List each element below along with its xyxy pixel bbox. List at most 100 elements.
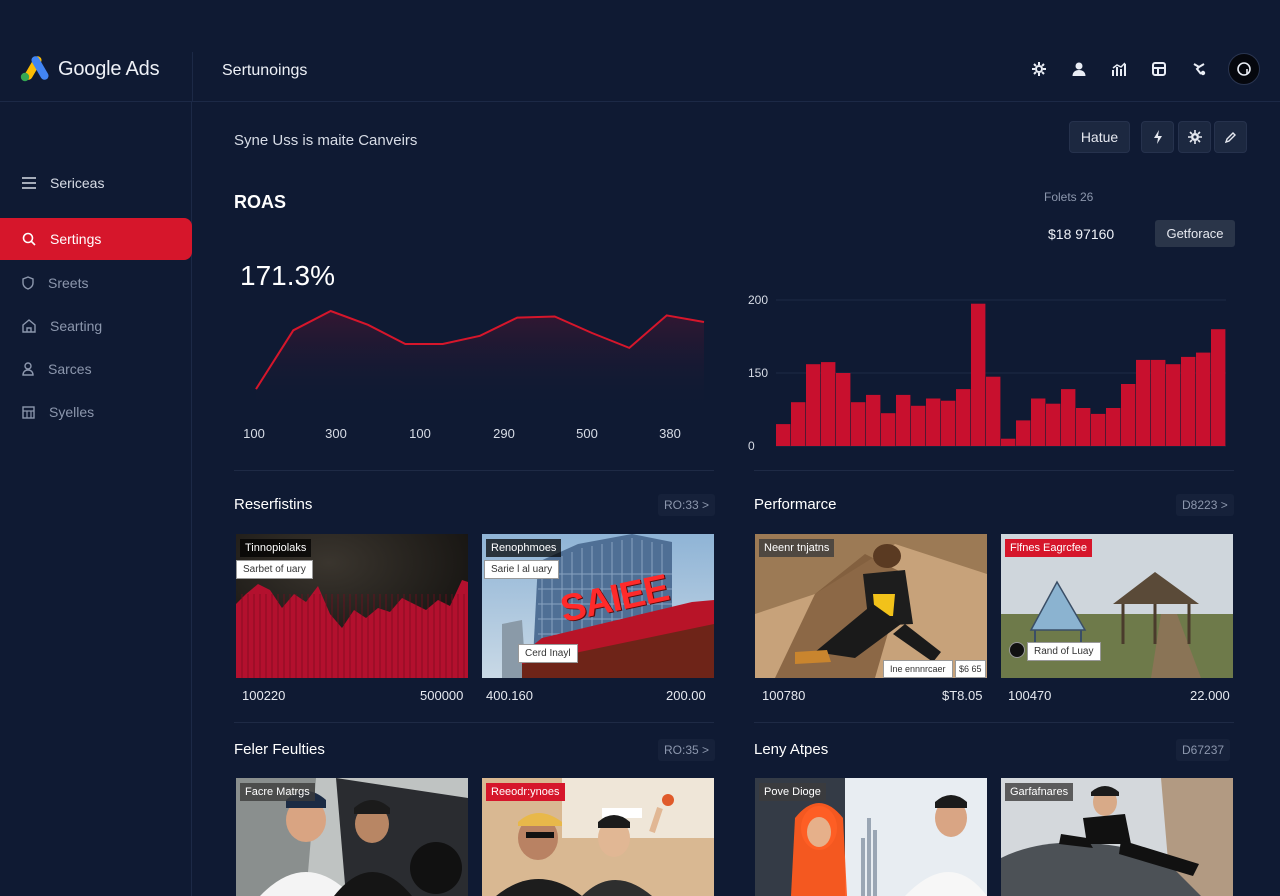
bar xyxy=(971,303,986,446)
card-value-left: 100470 xyxy=(1008,688,1052,703)
bar xyxy=(791,402,806,446)
bar xyxy=(1211,329,1226,446)
roas-title: ROAS xyxy=(234,192,287,212)
card-value-right: 22.000 xyxy=(1190,688,1230,703)
bar xyxy=(1016,420,1031,446)
bar xyxy=(1031,398,1046,446)
bar xyxy=(776,424,791,446)
bar xyxy=(986,376,1001,446)
user-icon xyxy=(22,362,34,376)
help-icon[interactable] xyxy=(1188,58,1210,80)
x-tick-label: 300 xyxy=(325,426,347,441)
sidebar-item-label: Sertings xyxy=(50,231,102,247)
sidebar-item-syelles[interactable]: Syelles xyxy=(0,391,192,433)
card-value-right: 500000 xyxy=(420,688,464,703)
sidebar-item-label: Sericeas xyxy=(50,175,105,191)
bar xyxy=(1121,384,1136,446)
card-building[interactable]: SAIEE Renophmoes Sarie l al uary Cerd In… xyxy=(482,534,714,678)
top-icon-bar xyxy=(1028,53,1260,85)
x-tick-label: 100 xyxy=(243,426,265,441)
bar xyxy=(1196,352,1211,446)
tools-icon[interactable] xyxy=(1148,58,1170,80)
bar xyxy=(1046,403,1061,446)
stats-sublabel: Folets 26 xyxy=(1044,190,1094,204)
section-link[interactable]: RO:33 > xyxy=(658,494,716,516)
x-tick-label: 100 xyxy=(409,426,431,441)
reports-icon[interactable] xyxy=(1108,58,1130,80)
pencil-icon xyxy=(1224,131,1236,143)
card-tag: Pove Dioge xyxy=(759,783,826,801)
gear-button[interactable] xyxy=(1178,121,1211,153)
sidebar-item-sreets[interactable]: Sreets xyxy=(0,262,192,304)
location-pin-icon xyxy=(1009,642,1025,658)
card-value-left: 100780 xyxy=(762,688,806,703)
sidebar-item-searting[interactable]: Searting xyxy=(0,305,192,347)
roas-bar-chart: 200 150 0 xyxy=(748,293,1226,453)
bar xyxy=(1151,359,1166,446)
bar xyxy=(851,402,866,446)
divider xyxy=(234,470,714,471)
section-link[interactable]: RO:35 > xyxy=(658,739,716,761)
sidebar: Sericeas Sertings Sreets Searting Sarces… xyxy=(0,102,192,896)
sidebar-item-sericeas[interactable]: Sericeas xyxy=(0,162,192,204)
card-label: Sarbet of uary xyxy=(236,560,313,579)
settings-icon[interactable] xyxy=(1028,58,1050,80)
google-ads-logo[interactable]: Google Ads xyxy=(20,56,160,82)
card-value-left: 100220 xyxy=(242,688,286,703)
card-tag: Neenr tnjatns xyxy=(759,539,835,557)
sidebar-item-sertings[interactable]: Sertings xyxy=(0,218,192,260)
card-person-sitting[interactable]: Neenr tnjatns Ine ennnrcaer $6 65 xyxy=(755,534,987,678)
card-chart[interactable]: Tinnopiolaks Sarbet of uary xyxy=(236,534,468,678)
x-tick-label: 500 xyxy=(576,426,598,441)
y-tick-label: 150 xyxy=(748,366,768,380)
bar xyxy=(866,394,881,446)
section-title: Performarce xyxy=(754,496,837,513)
bar xyxy=(1166,364,1181,446)
account-icon[interactable] xyxy=(1068,58,1090,80)
card-structures[interactable]: Flfnes Eagrcfee Rand of Luay xyxy=(1001,534,1233,678)
section-link[interactable]: D8223 > xyxy=(1176,494,1234,516)
bar-series xyxy=(776,303,1226,447)
gear-icon xyxy=(1187,130,1202,144)
card-value-left: 400.160 xyxy=(486,688,533,703)
edit-button[interactable] xyxy=(1214,121,1247,153)
card-tag: Flfnes Eagrcfee xyxy=(1005,539,1093,557)
lightning-icon xyxy=(1153,130,1162,144)
hatue-button[interactable]: Hatue xyxy=(1069,121,1130,153)
bar xyxy=(956,389,971,446)
line-x-ticks: 100 300 100 290 500 380 xyxy=(243,426,681,441)
divider xyxy=(754,470,1234,471)
bar xyxy=(881,413,896,447)
bar xyxy=(1076,408,1091,446)
lightning-button[interactable] xyxy=(1141,121,1174,153)
card-person-rock[interactable]: Garfafnares xyxy=(1001,778,1233,896)
bar xyxy=(1136,359,1151,446)
card-people-city[interactable]: Pove Dioge xyxy=(755,778,987,896)
home-icon xyxy=(22,319,36,333)
card-tag: Reeodr:ynoes xyxy=(486,783,565,801)
roas-line-chart: 100 300 100 290 500 380 xyxy=(243,309,705,441)
divider xyxy=(754,722,1234,723)
card-tag: Facre Matrgs xyxy=(240,783,315,801)
bar xyxy=(1181,356,1196,446)
avatar[interactable] xyxy=(1228,53,1260,85)
card-people-shop[interactable]: Reeodr:ynoes xyxy=(482,778,714,896)
section-title: Feler Feulties xyxy=(234,741,325,758)
google-ads-logo-icon xyxy=(20,56,49,82)
performance-button[interactable]: Getforace xyxy=(1155,220,1235,247)
y-tick-label: 0 xyxy=(748,439,755,453)
roas-value: 171.3% xyxy=(240,260,335,291)
bar xyxy=(1106,408,1121,446)
card-tag: Renophmoes xyxy=(486,539,562,557)
card-people-car[interactable]: Facre Matrgs xyxy=(236,778,468,896)
bar xyxy=(896,394,911,446)
sidebar-item-sarces[interactable]: Sarces xyxy=(0,348,192,390)
shield-icon xyxy=(22,276,34,290)
x-tick-label: 380 xyxy=(659,426,681,441)
section-title: Reserfistins xyxy=(234,496,313,513)
page-subtitle: Syne Uss is maite Canveirs xyxy=(234,132,418,149)
section-link[interactable]: D67237 xyxy=(1176,739,1231,761)
card-tag: Tinnopiolaks xyxy=(240,539,312,557)
bar xyxy=(911,405,926,446)
bar xyxy=(1061,389,1076,446)
